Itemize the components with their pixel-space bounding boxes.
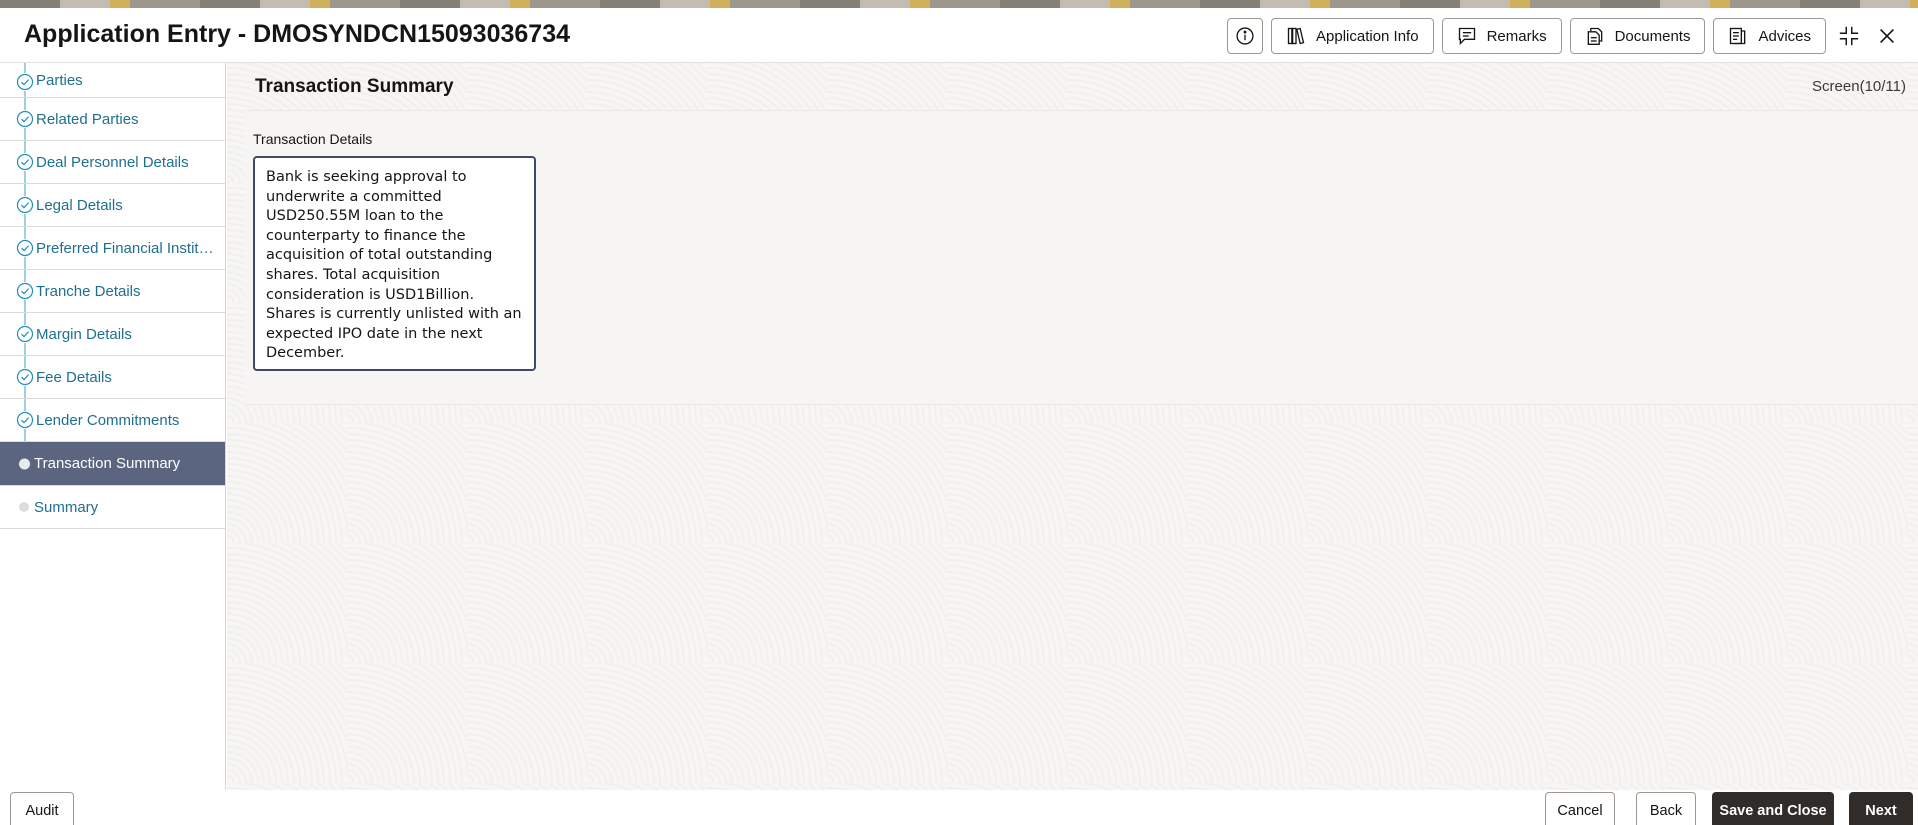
app-header: Application Entry - DMOSYNDCN15093036734… (0, 8, 1918, 63)
transaction-details-textarea[interactable]: Bank is seeking approval to underwrite a… (253, 156, 536, 371)
sidebar-item-margin-details[interactable]: Margin Details (0, 313, 225, 356)
sidebar-item-label: Lender Commitments (36, 411, 180, 429)
sidebar-item-related-parties[interactable]: Related Parties (0, 98, 225, 141)
cancel-button[interactable]: Cancel (1545, 792, 1615, 825)
save-and-close-button[interactable]: Save and Close (1712, 792, 1834, 825)
sidebar-item-label: Summary (34, 498, 99, 516)
sidebar-item-deal-personnel-details[interactable]: Deal Personnel Details (0, 141, 225, 184)
documents-button[interactable]: Documents (1569, 18, 1706, 54)
top-decorative-strip (0, 0, 1918, 8)
section-title: Transaction Summary (255, 76, 454, 97)
close-icon (1879, 28, 1895, 44)
sidebar-item-parties[interactable]: Parties (0, 63, 225, 98)
footer-bar: Audit Cancel Back Save and Close Next (0, 790, 1918, 825)
info-icon (1236, 27, 1254, 45)
sidebar-item-tranche-details[interactable]: Tranche Details (0, 270, 225, 313)
transaction-details-label: Transaction Details (253, 131, 373, 147)
pending-step-dot-icon (19, 502, 29, 512)
check-circle-icon (16, 325, 34, 343)
documents-icon (1587, 27, 1602, 45)
collapse-icon (1839, 26, 1859, 46)
sidebar-item-legal-details[interactable]: Legal Details (0, 184, 225, 227)
audit-button[interactable]: Audit (10, 792, 74, 825)
sidebar-item-label: Parties (36, 71, 83, 89)
sidebar-item-label: Deal Personnel Details (36, 153, 189, 171)
sidebar-item-preferred-financial-institutions[interactable]: Preferred Financial Institutions (0, 227, 225, 270)
sidebar-item-label: Margin Details (36, 325, 132, 343)
check-circle-icon (16, 239, 34, 257)
sidebar-item-lender-commitments[interactable]: Lender Commitments (0, 399, 225, 442)
check-circle-icon (16, 196, 34, 214)
sidebar-item-label: Legal Details (36, 196, 123, 214)
comment-icon (1458, 27, 1475, 46)
sidebar-item-summary[interactable]: Summary (0, 486, 225, 529)
header-actions: Application Info Remarks Documents Advic… (1227, 18, 1902, 54)
check-circle-icon (16, 153, 34, 171)
application-info-button[interactable]: Application Info (1271, 18, 1434, 54)
current-step-dot-icon (19, 458, 30, 469)
transaction-details-panel: Transaction Details Bank is seeking appr… (245, 110, 1918, 405)
sidebar-item-label: Transaction Summary (34, 455, 181, 472)
page-title: Application Entry - DMOSYNDCN15093036734 (24, 20, 571, 48)
sidebar-item-label: Related Parties (36, 110, 139, 128)
check-circle-icon (16, 411, 34, 429)
check-circle-icon (16, 73, 34, 91)
sidebar-item-label: Fee Details (36, 368, 112, 386)
check-circle-icon (16, 282, 34, 300)
application-info-label: Application Info (1316, 27, 1419, 45)
sidebar-item-fee-details[interactable]: Fee Details (0, 356, 225, 399)
sidebar-item-transaction-summary[interactable]: Transaction Summary (0, 442, 225, 486)
next-button[interactable]: Next (1849, 792, 1913, 825)
main-content: Transaction Summary Screen(10/11) Transa… (227, 63, 1918, 790)
books-icon (1287, 27, 1305, 45)
screen-counter: Screen(10/11) (1812, 78, 1906, 95)
sidebar-item-label: Preferred Financial Institutions (36, 239, 216, 257)
check-circle-icon (16, 368, 34, 386)
collapse-button[interactable] (1834, 18, 1864, 54)
advices-label: Advices (1758, 27, 1811, 45)
advices-icon (1730, 27, 1746, 45)
back-button[interactable]: Back (1636, 792, 1696, 825)
info-button[interactable] (1227, 18, 1263, 54)
sidebar-item-label: Tranche Details (36, 282, 141, 300)
documents-label: Documents (1614, 27, 1691, 45)
close-button[interactable] (1872, 18, 1902, 54)
advices-button[interactable]: Advices (1713, 18, 1826, 54)
remarks-button[interactable]: Remarks (1441, 18, 1562, 54)
train-stop-sidebar: Parties Related Parties Deal Personnel D… (0, 63, 226, 790)
check-circle-icon (16, 110, 34, 128)
remarks-label: Remarks (1486, 27, 1547, 45)
